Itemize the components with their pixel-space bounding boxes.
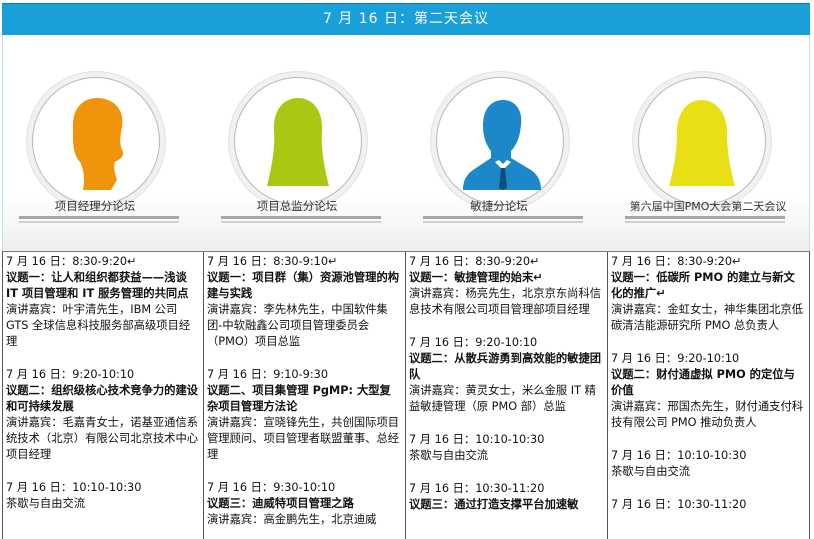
forum-pmo: 第六届中国PMO大会第二天会议 xyxy=(609,35,809,251)
male-head-icon xyxy=(72,98,124,190)
forum-underline xyxy=(221,216,381,223)
session-time: 7 月 16 日：8:30-9:20↵ xyxy=(409,255,540,268)
session-speaker: 演讲嘉宾：毛嘉青女士，诺基亚通信系统技术（北京）有限公司北京技术中心项目经理 xyxy=(6,416,199,461)
session-time: 7 月 16 日：9:20-10:10 xyxy=(611,352,740,365)
session-time: 7 月 16 日：10:10-10:30 xyxy=(611,449,747,462)
session: 7 月 16 日：10:10-10:30 茶歇与自由交流 xyxy=(409,432,604,464)
session-topic: 议题二、项目集管理 PgMP: 大型复杂项目管理方法论 xyxy=(207,384,391,413)
forum-underline xyxy=(423,216,583,223)
session-time: 7 月 16 日：9:20-10:10 xyxy=(409,336,538,349)
forum-title: 敏捷分论坛 xyxy=(470,199,528,213)
session-topic: 议题二：组织级核心技术竞争力的建设和可持续发展 xyxy=(6,384,199,413)
session-speaker: 演讲嘉宾：杨亮先生，北京京东尚科信息技术有限公司项目管理部项目经理 xyxy=(409,287,602,316)
session-speaker: 演讲嘉宾：金虹女士，神华集团北京低碳清洁能源研究所 PMO 总负责人 xyxy=(611,303,804,332)
day-banner: 7 月 16 日：第二天会议 xyxy=(2,3,810,35)
businessman-icon xyxy=(463,100,541,190)
session-time: 7 月 16 日：9:30-10:10 xyxy=(207,481,336,494)
session: 7 月 16 日：10:10-10:30 茶歇与自由交流 xyxy=(611,448,806,480)
session-speaker: 演讲嘉宾：李先林先生，中国软件集团-中软融鑫公司项目管理委员会（PMO）项目总监 xyxy=(207,303,388,348)
schedule-column-agile: 7 月 16 日：8:30-9:20↵ 议题一：敏捷管理的始末↵ 演讲嘉宾：杨亮… xyxy=(406,252,608,539)
session-time: 7 月 16 日：8:30-9:20↵ xyxy=(611,255,742,268)
forum-circle xyxy=(234,77,362,205)
schedule-column-pm: 7 月 16 日：8:30-9:20↵ 议题一：让人和组织都获益——浅谈 IT … xyxy=(2,252,204,539)
session: 7 月 16 日：10:30-11:20 xyxy=(611,497,806,513)
session-time: 7 月 16 日：10:30-11:20 xyxy=(611,498,747,511)
session-note: 茶歇与自由交流 xyxy=(6,497,86,510)
session: 7 月 16 日：10:30-11:20 议题三：通过打造支撑平台加速敏 xyxy=(409,481,604,513)
session-topic: 议题三：迪威特项目管理之路 xyxy=(207,497,354,510)
forum-title: 第六届中国PMO大会第二天会议 xyxy=(629,200,787,213)
female-head-icon xyxy=(669,100,735,186)
session-topic: 议题一：敏捷管理的始末↵ xyxy=(409,271,543,284)
session-time: 7 月 16 日：8:30-9:20↵ xyxy=(6,255,137,268)
schedule-column-pmo: 7 月 16 日：8:30-9:20↵ 议题一：低碳所 PMO 的建立与新文化的… xyxy=(608,252,810,539)
session: 7 月 16 日：9:20-10:10 议题二：从散兵游勇到高效能的敏捷团队 演… xyxy=(409,335,604,415)
session-speaker: 演讲嘉宾：邢国杰先生，财付通支付科技有限公司 PMO 推动负责人 xyxy=(611,400,804,429)
session-note: 茶歇与自由交流 xyxy=(611,465,691,478)
session-topic: 议题一：低碳所 PMO 的建立与新文化的推广↵ xyxy=(611,271,795,300)
schedule-columns: 7 月 16 日：8:30-9:20↵ 议题一：让人和组织都获益——浅谈 IT … xyxy=(2,251,810,539)
session: 7 月 16 日：8:30-9:10↵ 议题一：项目群（集）资源池管理的构建与实… xyxy=(207,254,402,350)
forum-circle xyxy=(638,77,766,205)
forum-header: 项目经理分论坛 项目总监分论坛 敏捷分论坛 第六届中国PMO大会第二天会议 xyxy=(2,35,810,251)
session-time: 7 月 16 日：10:30-11:20 xyxy=(409,482,545,495)
session-speaker: 演讲嘉宾：黄灵女士，米么金服 IT 精益敏捷管理（原 PMO 部）总监 xyxy=(409,384,596,413)
session-speaker: 演讲嘉宾：高金鹏先生，北京迪威 xyxy=(207,513,377,526)
session-topic: 议题二：财付通虚拟 PMO 的定位与价值 xyxy=(611,368,795,397)
session: 7 月 16 日：8:30-9:20↵ 议题一：低碳所 PMO 的建立与新文化的… xyxy=(611,254,806,334)
forum-underline xyxy=(625,216,785,223)
schedule-column-director: 7 月 16 日：8:30-9:10↵ 议题一：项目群（集）资源池管理的构建与实… xyxy=(204,252,406,539)
forum-director: 项目总监分论坛 xyxy=(205,35,405,251)
session-topic: 议题三：通过打造支撑平台加速敏 xyxy=(409,498,579,511)
session-note: 茶歇与自由交流 xyxy=(409,449,489,462)
session: 7 月 16 日：9:20-10:10 议题二：财付通虚拟 PMO 的定位与价值… xyxy=(611,351,806,431)
session: 7 月 16 日：10:10-10:30 茶歇与自由交流 xyxy=(6,480,200,512)
session: 7 月 16 日：9:20-10:10 议题二：组织级核心技术竞争力的建设和可持… xyxy=(6,367,200,463)
female-head-icon xyxy=(267,98,329,186)
session-speaker: 演讲嘉宾：宣晓锋先生，共创国际项目管理顾问、项目管理者联盟董事、总经理 xyxy=(207,416,400,461)
session-time: 7 月 16 日：9:10-9:30 xyxy=(207,368,329,381)
forum-circle xyxy=(32,77,160,205)
forum-agile: 敏捷分论坛 xyxy=(407,35,607,251)
forum-title: 项目经理分论坛 xyxy=(54,199,136,213)
session-topic: 议题一：让人和组织都获益——浅谈 IT 项目管理和 IT 服务管理的共同点 xyxy=(6,271,189,300)
session-topic: 议题二：从散兵游勇到高效能的敏捷团队 xyxy=(409,352,602,381)
session-time: 7 月 16 日：8:30-9:10↵ xyxy=(207,255,338,268)
forum-title: 项目总监分论坛 xyxy=(256,199,338,213)
session: 7 月 16 日：8:30-9:20↵ 议题一：敏捷管理的始末↵ 演讲嘉宾：杨亮… xyxy=(409,254,604,318)
session: 7 月 16 日：8:30-9:20↵ 议题一：让人和组织都获益——浅谈 IT … xyxy=(6,254,200,350)
session-topic: 议题一：项目群（集）资源池管理的构建与实践 xyxy=(207,271,400,300)
session-speaker: 演讲嘉宾：叶宇清先生，IBM 公司 GTS 全球信息科技服务部高级项目经理 xyxy=(6,303,191,348)
session: 7 月 16 日：9:10-9:30 议题二、项目集管理 PgMP: 大型复杂项… xyxy=(207,367,402,463)
forum-pm: 项目经理分论坛 xyxy=(3,35,203,251)
session: 7 月 16 日：9:30-10:10 议题三：迪威特项目管理之路 演讲嘉宾：高… xyxy=(207,480,402,528)
session-time: 7 月 16 日：10:10-10:30 xyxy=(6,481,142,494)
session-time: 7 月 16 日：9:20-10:10 xyxy=(6,368,135,381)
forum-circle xyxy=(436,77,564,205)
forum-underline xyxy=(19,216,179,223)
session-time: 7 月 16 日：10:10-10:30 xyxy=(409,433,545,446)
